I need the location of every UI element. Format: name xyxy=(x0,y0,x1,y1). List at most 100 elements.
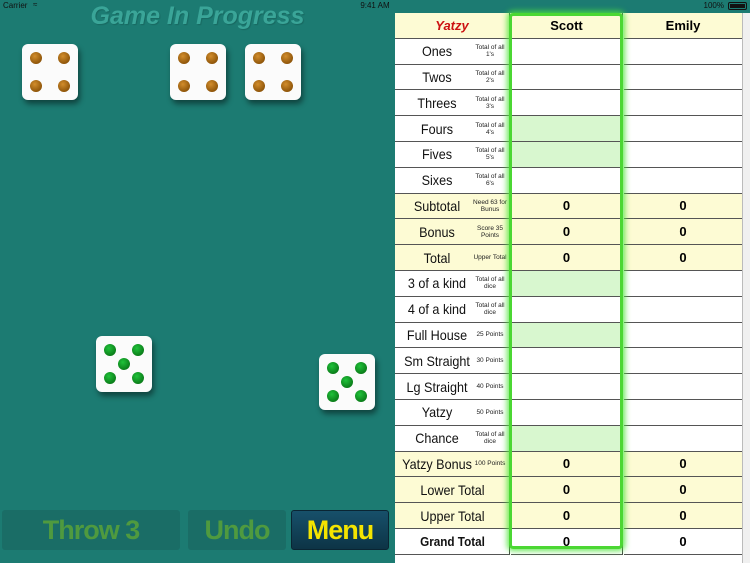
score-row: Twos Total of all 2's xyxy=(395,64,750,91)
score-row: Yatzy Bonus 100 Points 0 0 xyxy=(395,451,750,478)
score-cell-emily xyxy=(624,374,742,400)
scorecard-title: Yatzy xyxy=(435,17,469,33)
score-row: Grand Total 0 0 xyxy=(395,529,750,555)
die-pip xyxy=(178,52,190,64)
die-pip xyxy=(341,376,353,388)
category-label: Full House 25 Points xyxy=(395,322,510,349)
category-label: Yatzy 50 Points xyxy=(395,400,510,426)
score-cell-emily xyxy=(624,65,742,91)
score-cell-scott: 0 xyxy=(511,219,623,246)
category-name: Sm Straight xyxy=(404,352,470,369)
score-cell-emily: 0 xyxy=(624,503,742,529)
die-4[interactable] xyxy=(96,336,152,392)
score-cell-emily: 0 xyxy=(624,245,742,271)
die-pip xyxy=(30,80,42,92)
category-hint: 50 Points xyxy=(476,408,504,416)
category-label: 3 of a kind Total of all dice xyxy=(395,271,510,297)
category-hint: Total of all 4's xyxy=(475,121,505,136)
score-cell-emily xyxy=(624,348,742,375)
category-name: Threes xyxy=(417,94,457,111)
score-cell-scott[interactable] xyxy=(511,271,623,297)
category-hint: Total of all 1's xyxy=(475,44,505,59)
die-pip xyxy=(206,52,218,64)
die-1[interactable] xyxy=(22,44,78,100)
score-cell-emily xyxy=(624,116,742,142)
battery-percent: 100% xyxy=(703,1,724,10)
die-pip xyxy=(58,52,70,64)
die-pip xyxy=(206,80,218,92)
category-hint: Upper Total xyxy=(473,254,507,262)
category-hint: Score 35 Points xyxy=(476,224,504,239)
score-cell-emily: 0 xyxy=(624,451,742,478)
score-cell-scott[interactable] xyxy=(511,38,623,65)
score-cell-scott[interactable] xyxy=(511,296,623,323)
undo-button[interactable]: Undo xyxy=(188,510,286,550)
score-row: Ones Total of all 1's xyxy=(395,38,750,65)
score-row: Sm Straight 30 Points xyxy=(395,348,750,375)
die-pip xyxy=(58,80,70,92)
score-cell-scott[interactable] xyxy=(511,374,623,400)
die-pip xyxy=(104,372,116,384)
score-cell-emily: 0 xyxy=(624,477,742,504)
score-row: Chance Total of all dice xyxy=(395,425,750,452)
score-cell-scott[interactable] xyxy=(511,90,623,117)
score-cell-scott[interactable] xyxy=(511,116,623,142)
category-hint: Total of all dice xyxy=(475,431,505,446)
category-name: Total xyxy=(423,249,451,266)
score-cell-scott[interactable] xyxy=(511,64,623,91)
score-row: Lg Straight 40 Points xyxy=(395,374,750,400)
die-pip xyxy=(132,344,144,356)
category-name: 3 of a kind xyxy=(407,275,467,292)
score-row: Yatzy 50 Points xyxy=(395,400,750,426)
score-row: Total Upper Total 0 0 xyxy=(395,245,750,271)
score-cell-scott[interactable] xyxy=(511,348,623,375)
score-row: Bonus Score 35 Points 0 0 xyxy=(395,219,750,246)
category-name: Subtotal xyxy=(413,197,461,214)
category-label: Subtotal Need 63 for Bunus xyxy=(395,193,510,220)
score-row: Fours Total of all 4's xyxy=(395,116,750,142)
category-hint: Total of all 5's xyxy=(475,147,505,162)
category-name: Bonus xyxy=(419,223,455,240)
category-label: Upper Total xyxy=(395,503,510,529)
category-name: Fives xyxy=(421,146,453,163)
score-cell-scott[interactable] xyxy=(511,400,623,426)
score-cell-scott: 0 xyxy=(511,193,623,220)
score-cell-emily xyxy=(624,297,742,323)
category-label: 4 of a kind Total of all dice xyxy=(395,296,510,323)
die-pip xyxy=(118,358,130,370)
category-label: Bonus Score 35 Points xyxy=(395,219,510,246)
category-name: Ones xyxy=(421,43,453,60)
die-pip xyxy=(132,372,144,384)
die-3[interactable] xyxy=(245,44,301,100)
category-name: Sixes xyxy=(421,172,453,189)
score-cell-scott[interactable] xyxy=(511,322,623,349)
score-row: Upper Total 0 0 xyxy=(395,503,750,529)
score-cell-emily xyxy=(624,323,742,349)
score-cell-emily xyxy=(624,426,742,452)
score-cell-scott[interactable] xyxy=(511,425,623,452)
die-5[interactable] xyxy=(319,354,375,410)
die-pip xyxy=(355,362,367,374)
score-cell-scott[interactable] xyxy=(511,167,623,194)
category-hint: Total of all 2's xyxy=(475,69,505,84)
score-cell-scott[interactable] xyxy=(511,142,623,168)
menu-button[interactable]: Menu xyxy=(291,510,389,550)
category-label: Total Upper Total xyxy=(395,245,510,271)
score-cell-scott: 0 xyxy=(511,245,623,271)
die-2[interactable] xyxy=(170,44,226,100)
category-label: Lg Straight 40 Points xyxy=(395,374,510,400)
category-label: Sm Straight 30 Points xyxy=(395,348,510,375)
category-name: Twos xyxy=(422,68,452,85)
category-name: Grand Total xyxy=(420,533,485,549)
category-label: Twos Total of all 2's xyxy=(395,64,510,91)
battery-icon xyxy=(728,2,747,10)
die-pip xyxy=(327,362,339,374)
die-pip xyxy=(253,80,265,92)
score-cell-emily: 0 xyxy=(624,219,742,246)
die-pip xyxy=(30,52,42,64)
score-row: Fives Total of all 5's xyxy=(395,142,750,168)
score-cell-emily xyxy=(624,168,742,194)
player-header-emily: Emily xyxy=(624,13,742,39)
throw-button[interactable]: Throw 3 xyxy=(2,510,180,550)
game-status-title: Game In Progress xyxy=(90,2,305,30)
